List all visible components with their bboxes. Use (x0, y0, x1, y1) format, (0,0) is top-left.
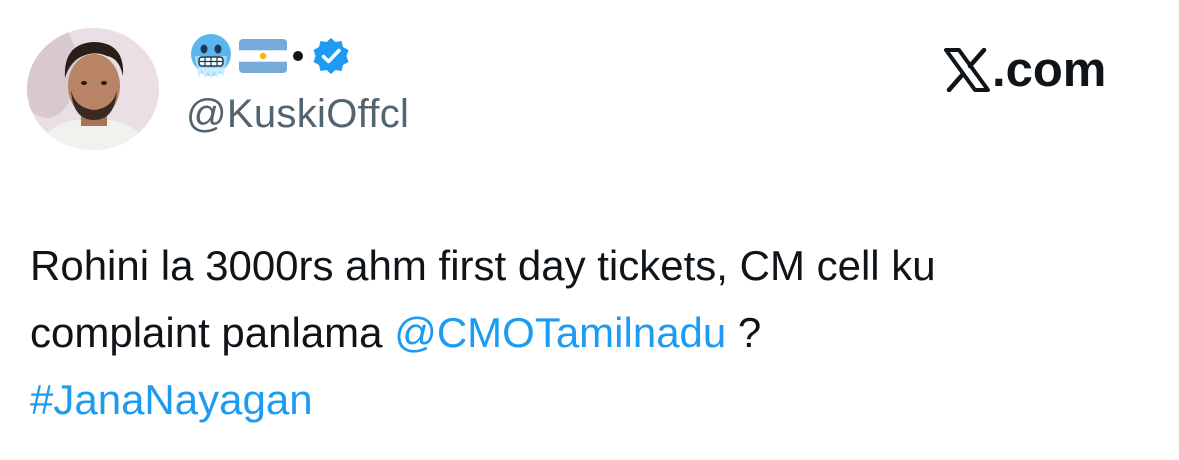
tweet-text-line2: complaint panlama (30, 309, 395, 356)
argentina-flag-icon (239, 39, 287, 73)
tweet-text-tail: ? (726, 309, 762, 356)
brand-link[interactable]: .com (944, 42, 1106, 98)
verified-badge-icon[interactable] (311, 36, 351, 76)
brand-label: .com (992, 43, 1107, 97)
avatar[interactable] (27, 28, 159, 150)
tweet-card: @KuskiOffcl .com Rohini la 3000rs ahm fi… (0, 0, 1179, 460)
x-logo-icon (944, 48, 990, 92)
hashtag-link[interactable]: #JanaNayagan (30, 376, 313, 423)
author-handle[interactable]: @KuskiOffcl (186, 90, 409, 138)
cold-face-emoji-icon (191, 34, 231, 79)
mention-link[interactable]: @CMOTamilnadu (394, 309, 726, 356)
separator-dot (293, 51, 303, 61)
tweet-text-line1: Rohini la 3000rs ahm first day tickets, … (30, 242, 936, 289)
display-name[interactable] (189, 30, 351, 82)
tweet-text: Rohini la 3000rs ahm first day tickets, … (30, 232, 1160, 433)
